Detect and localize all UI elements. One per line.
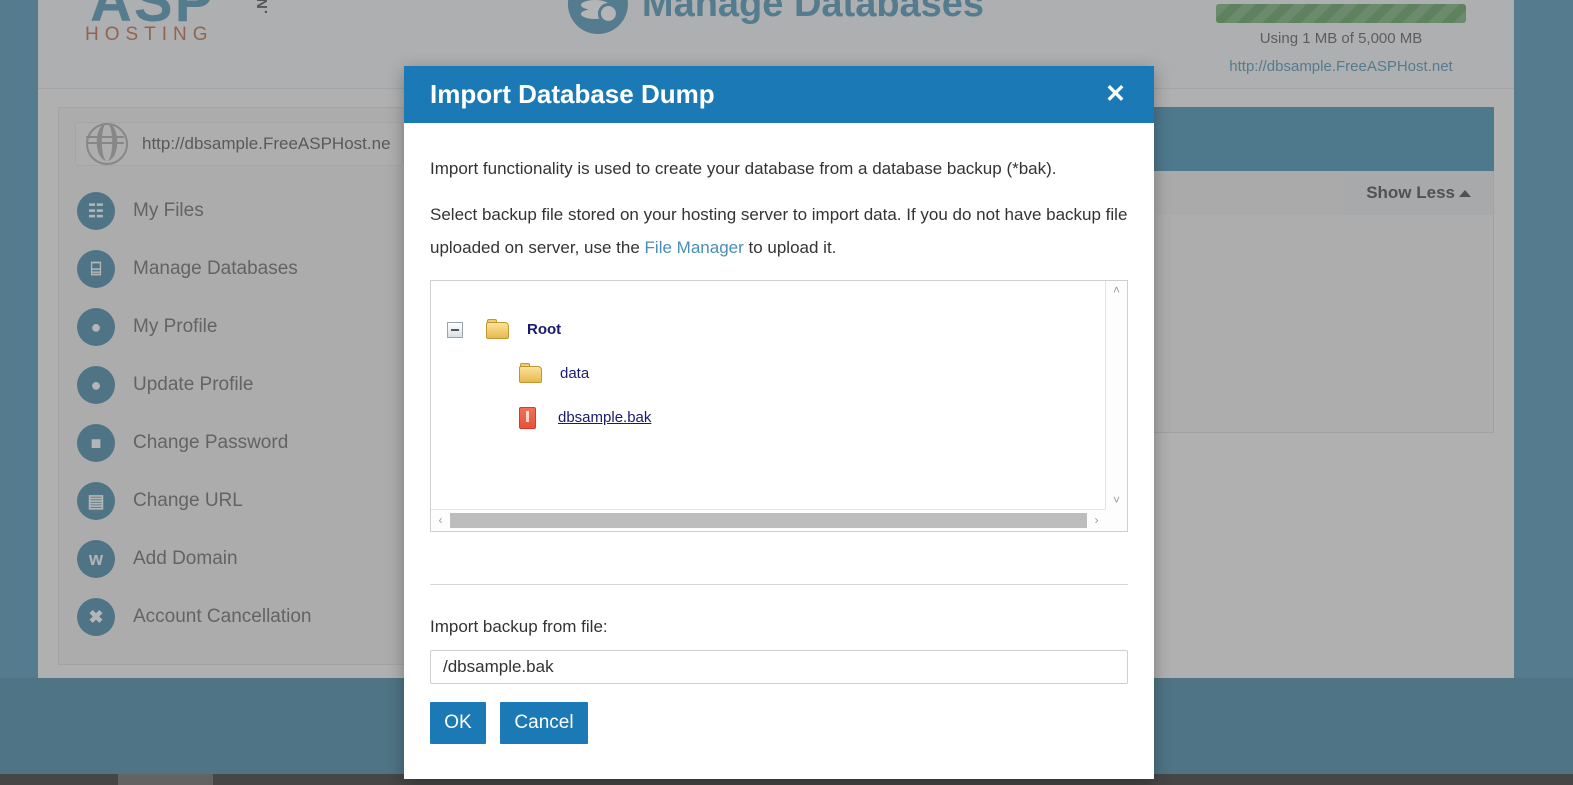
file-tree: Root data dbsample.bak <box>431 281 1106 510</box>
quota-progress-bar <box>1216 4 1466 23</box>
section-divider <box>430 583 1128 585</box>
file-manager-link[interactable]: File Manager <box>645 238 744 257</box>
www-globe-icon: w <box>77 540 115 578</box>
close-icon[interactable]: ✕ <box>1101 80 1130 109</box>
show-less-button[interactable]: Show Less <box>1344 171 1493 215</box>
user-edit-icon: ● <box>77 366 115 404</box>
sidebar-item-change-url[interactable]: ▤ Change URL <box>59 472 419 530</box>
sidebar-item-manage-databases[interactable]: ⌸ Manage Databases <box>59 240 419 298</box>
site-url-field[interactable]: http://dbsample.FreeASPHost.ne <box>75 122 403 166</box>
tree-node[interactable]: data <box>447 359 1106 389</box>
dialog-body: Import functionality is used to create y… <box>404 123 1154 779</box>
sidebar-item-change-password[interactable]: ■ Change Password <box>59 414 419 472</box>
horizontal-scroll-thumb[interactable] <box>450 512 1087 528</box>
lock-icon: ■ <box>77 424 115 462</box>
sidebar-item-label: Add Domain <box>133 548 238 569</box>
folder-body <box>486 321 509 339</box>
folder-body <box>519 365 542 383</box>
url-card-icon: ▤ <box>77 482 115 520</box>
taskbar-item[interactable] <box>118 774 213 785</box>
sidebar-item-update-profile[interactable]: ● Update Profile <box>59 356 419 414</box>
import-database-dump-dialog: Import Database Dump ✕ Import functional… <box>404 66 1154 779</box>
sidebar-item-label: My Profile <box>133 316 218 337</box>
logo-secondary-text: HOSTING <box>85 24 214 45</box>
tree-node[interactable]: Root <box>447 315 1106 345</box>
files-icon: ☷ <box>77 192 115 230</box>
tree-node-label: data <box>560 365 590 383</box>
horizontal-scrollbar[interactable]: ‹ › <box>431 508 1106 531</box>
tree-node[interactable]: dbsample.bak <box>447 403 1106 433</box>
globe-icon <box>86 123 128 165</box>
description-2-after: to upload it. <box>743 237 837 257</box>
scroll-down-icon[interactable]: ˅ <box>1106 491 1127 510</box>
folder-icon <box>519 362 542 383</box>
database-gear-icon: ⌸ <box>77 250 115 288</box>
chevron-up-icon <box>1459 189 1471 197</box>
sidebar-item-add-domain[interactable]: w Add Domain <box>59 530 419 588</box>
ok-button[interactable]: OK <box>430 701 486 744</box>
sidebar-item-label: My Files <box>133 200 204 221</box>
dialog-title: Import Database Dump <box>430 79 715 109</box>
close-circle-icon: ✖ <box>77 598 115 636</box>
backup-file-icon <box>519 406 536 429</box>
sidebar-item-label: Change URL <box>133 490 243 511</box>
scrollbar-corner <box>1106 509 1127 531</box>
file-tree-box: Root data dbsample.bak ˄ ˅ ‹ › <box>430 279 1128 532</box>
site-logo: ASP HOSTING .NET <box>82 0 302 68</box>
storage-quota: Using 1 MB of 5,000 MB http://dbsample.F… <box>1216 4 1466 75</box>
show-less-label: Show Less <box>1366 183 1455 202</box>
sidebar-item-label: Account Cancellation <box>133 606 312 627</box>
logo-tld-text: .NET <box>254 0 271 14</box>
dialog-description-2: Select backup file stored on your hostin… <box>430 199 1128 264</box>
site-url-text: http://dbsample.FreeASPHost.ne <box>142 134 391 153</box>
sidebar-item-label: Update Profile <box>133 374 254 395</box>
sidebar-menu: ☷ My Files ⌸ Manage Databases ● My Profile ● Up… <box>59 182 419 646</box>
page-title-text: Manage Databases <box>641 0 985 25</box>
cancel-button[interactable]: Cancel <box>500 701 588 744</box>
sidebar-item-label: Change Password <box>133 432 289 453</box>
sidebar-item-my-profile[interactable]: ● My Profile <box>59 298 419 356</box>
user-icon: ● <box>77 308 115 346</box>
tree-node-label[interactable]: dbsample.bak <box>558 409 651 426</box>
sidebar: http://dbsample.FreeASPHost.ne ☷ My Files… <box>58 107 420 665</box>
sidebar-item-my-files[interactable]: ☷ My Files <box>59 182 419 240</box>
scroll-up-icon[interactable]: ˄ <box>1106 281 1127 300</box>
dialog-description-1: Import functionality is used to create y… <box>430 159 1057 178</box>
site-url-link[interactable]: http://dbsample.FreeASPHost.net <box>1216 58 1466 75</box>
dialog-header: Import Database Dump ✕ <box>404 66 1154 123</box>
scroll-left-icon[interactable]: ‹ <box>431 510 450 531</box>
scroll-right-icon[interactable]: › <box>1087 510 1106 531</box>
tree-node-label: Root <box>527 321 562 339</box>
vertical-scrollbar[interactable]: ˄ ˅ <box>1105 280 1127 510</box>
import-path-input[interactable] <box>430 649 1128 684</box>
sidebar-item-label: Manage Databases <box>133 258 298 279</box>
page-title: Manage Databases <box>567 0 985 34</box>
import-path-label: Import backup from file: <box>430 616 608 636</box>
quota-usage-text: Using 1 MB of 5,000 MB <box>1259 30 1423 47</box>
sidebar-item-account-cancellation[interactable]: ✖ Account Cancellation <box>59 588 419 646</box>
folder-icon <box>486 318 509 339</box>
dialog-actions: OK Cancel <box>430 701 1128 744</box>
database-gear-icon <box>567 0 628 34</box>
collapse-icon[interactable] <box>447 321 463 338</box>
